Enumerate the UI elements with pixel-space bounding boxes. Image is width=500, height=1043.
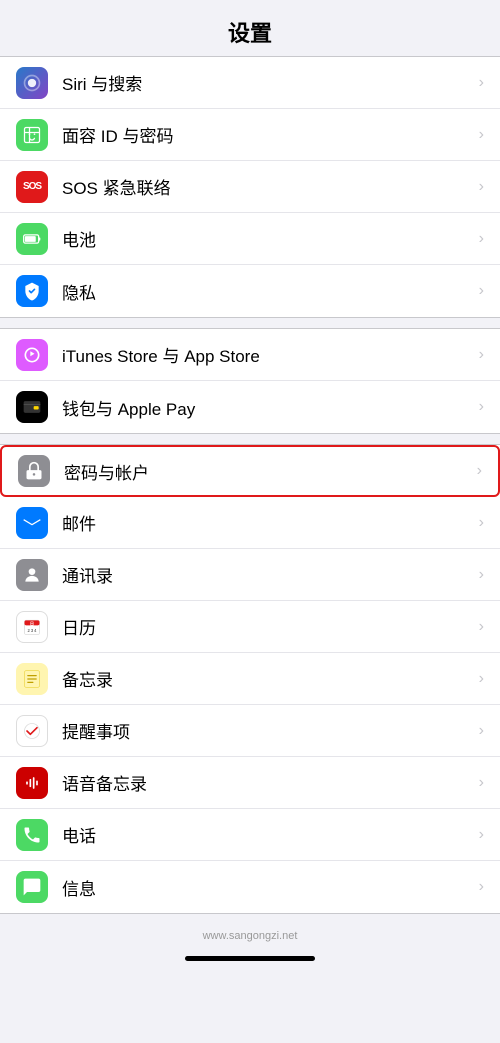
calendar-label: 日历 xyxy=(62,614,475,639)
sos-label: SOS 紧急联络 xyxy=(62,174,475,199)
mail-label: 邮件 xyxy=(62,510,475,535)
bottom-bar xyxy=(0,948,500,977)
settings-item-notes[interactable]: 备忘录 › xyxy=(0,653,500,705)
wallet-icon xyxy=(16,391,48,423)
chevron-icon: › xyxy=(479,774,484,792)
voice-icon xyxy=(16,767,48,799)
watermark: www.sangongzi.net xyxy=(0,924,500,948)
settings-item-passwords[interactable]: 密码与帐户 › xyxy=(0,445,500,497)
sos-icon: SOS xyxy=(16,171,48,203)
page-title-bar: 设置 xyxy=(0,0,500,56)
notes-icon xyxy=(16,663,48,695)
notes-label: 备忘录 xyxy=(62,666,475,691)
settings-item-phone[interactable]: 电话 › xyxy=(0,809,500,861)
messages-icon xyxy=(16,871,48,903)
settings-item-faceid[interactable]: 面容 ID 与密码 › xyxy=(0,109,500,161)
chevron-icon: › xyxy=(479,670,484,688)
battery-label: 电池 xyxy=(62,226,475,251)
itunes-label: iTunes Store 与 App Store xyxy=(62,342,475,367)
settings-item-messages[interactable]: 信息 › xyxy=(0,861,500,913)
mail-icon xyxy=(16,507,48,539)
settings-item-reminders[interactable]: 提醒事项 › xyxy=(0,705,500,757)
reminders-label: 提醒事项 xyxy=(62,718,475,743)
faceid-icon xyxy=(16,119,48,151)
siri-icon xyxy=(16,67,48,99)
settings-item-privacy[interactable]: 隐私 › xyxy=(0,265,500,317)
reminders-icon xyxy=(16,715,48,747)
itunes-icon xyxy=(16,339,48,371)
settings-item-itunes[interactable]: iTunes Store 与 App Store › xyxy=(0,329,500,381)
calendar-icon: 日 2 3 4 xyxy=(16,611,48,643)
svg-text:日: 日 xyxy=(30,619,34,625)
battery-icon xyxy=(16,223,48,255)
chevron-icon: › xyxy=(479,282,484,300)
chevron-icon: › xyxy=(479,178,484,196)
settings-item-battery[interactable]: 电池 › xyxy=(0,213,500,265)
chevron-icon: › xyxy=(479,826,484,844)
siri-label: Siri 与搜索 xyxy=(62,70,475,95)
settings-item-siri[interactable]: Siri 与搜索 › xyxy=(0,57,500,109)
messages-label: 信息 xyxy=(62,875,475,900)
sos-text: SOS xyxy=(23,181,41,192)
voice-label: 语音备忘录 xyxy=(62,770,475,795)
passwords-icon xyxy=(18,455,50,487)
chevron-icon: › xyxy=(477,462,482,480)
settings-item-contacts[interactable]: 通讯录 › xyxy=(0,549,500,601)
wallet-label: 钱包与 Apple Pay xyxy=(62,395,475,420)
contacts-icon xyxy=(16,559,48,591)
faceid-label: 面容 ID 与密码 xyxy=(62,122,475,147)
phone-label: 电话 xyxy=(62,822,475,847)
settings-item-voice[interactable]: 语音备忘录 › xyxy=(0,757,500,809)
chevron-icon: › xyxy=(479,618,484,636)
passwords-label: 密码与帐户 xyxy=(64,459,473,484)
chevron-icon: › xyxy=(479,74,484,92)
phone-icon xyxy=(16,819,48,851)
settings-item-calendar[interactable]: 日 2 3 4 日历 › xyxy=(0,601,500,653)
contacts-label: 通讯录 xyxy=(62,562,475,587)
chevron-icon: › xyxy=(479,126,484,144)
chevron-icon: › xyxy=(479,398,484,416)
home-indicator xyxy=(185,956,315,961)
page-title: 设置 xyxy=(0,16,500,48)
privacy-label: 隐私 xyxy=(62,279,475,304)
chevron-icon: › xyxy=(479,230,484,248)
settings-group-3: 密码与帐户 › 邮件 › 通讯录 › 日 2 xyxy=(0,444,500,914)
chevron-icon: › xyxy=(479,566,484,584)
settings-item-sos[interactable]: SOS SOS 紧急联络 › xyxy=(0,161,500,213)
settings-group-2: iTunes Store 与 App Store › 钱包与 Apple Pay… xyxy=(0,328,500,434)
settings-item-mail[interactable]: 邮件 › xyxy=(0,497,500,549)
chevron-icon: › xyxy=(479,722,484,740)
chevron-icon: › xyxy=(479,514,484,532)
settings-group-1: Siri 与搜索 › 面容 ID 与密码 › SOS SOS 紧急联络 › xyxy=(0,56,500,318)
chevron-icon: › xyxy=(479,878,484,896)
settings-item-wallet[interactable]: 钱包与 Apple Pay › xyxy=(0,381,500,433)
privacy-icon xyxy=(16,275,48,307)
chevron-icon: › xyxy=(479,346,484,364)
